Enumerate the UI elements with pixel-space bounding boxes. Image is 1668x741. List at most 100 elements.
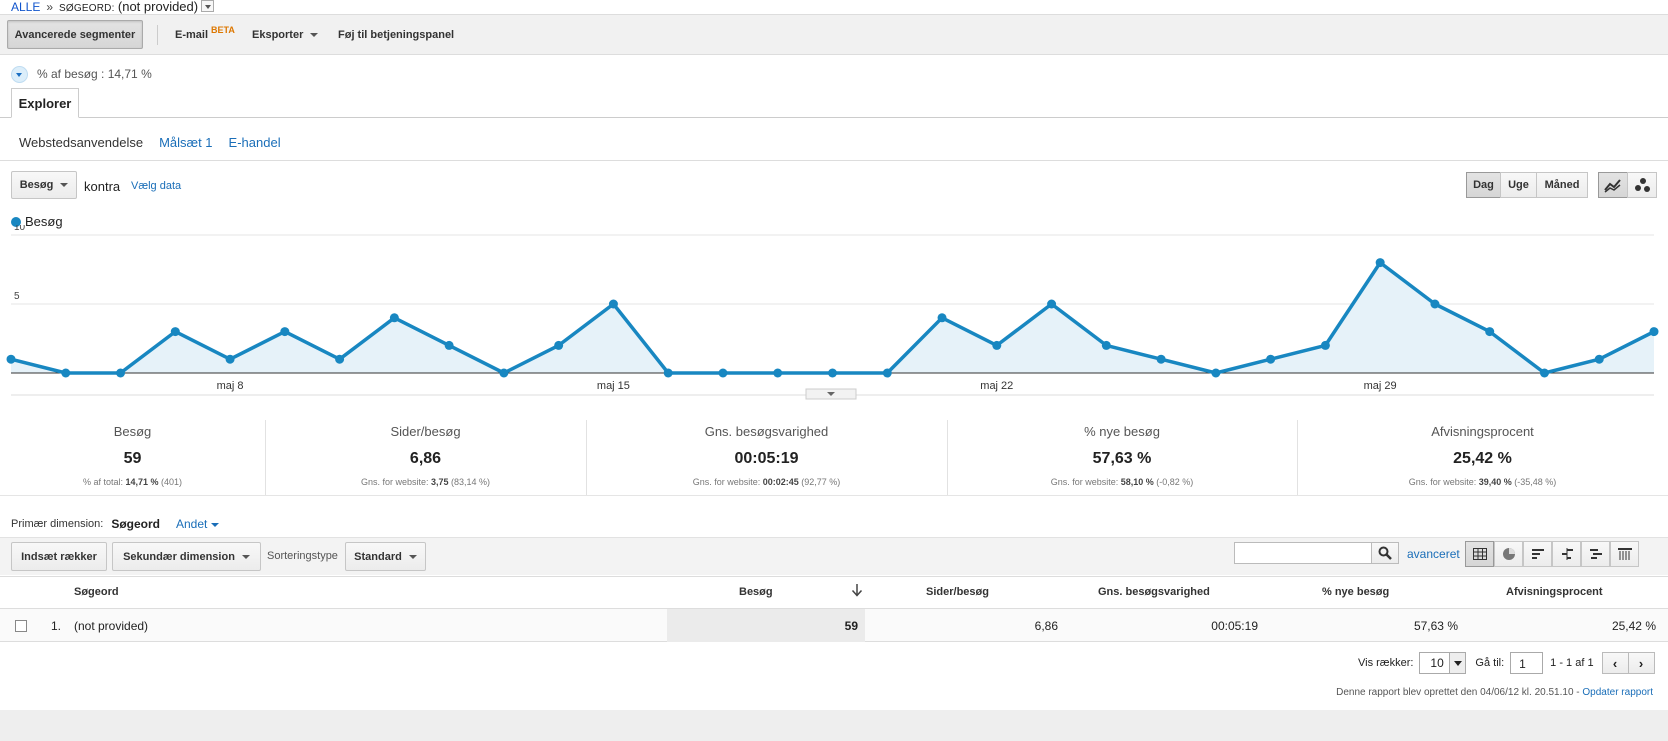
vs-label: kontra	[84, 179, 121, 194]
table-view-data-button[interactable]	[1465, 541, 1494, 567]
scorecard-subtitle: Gns. for website: 39,40 % (-35,48 %)	[1297, 477, 1668, 487]
header-pages-per-visit[interactable]: Sider/besøg	[926, 586, 989, 598]
secondary-dimension-button[interactable]: Sekundær dimension	[112, 542, 261, 571]
primary-dimension-other[interactable]: Andet	[176, 517, 220, 531]
refresh-report-link[interactable]: Opdater rapport	[1582, 687, 1653, 698]
report-footer: Denne rapport blev oprettet den 04/06/12…	[1336, 687, 1653, 698]
beta-badge: BETA	[211, 25, 235, 35]
bubble-chart-icon	[1635, 178, 1650, 192]
scorecard-sub-suffix: (-0,82 %)	[1153, 477, 1194, 487]
subtab-goal-set-1[interactable]: Målsæt 1	[159, 135, 212, 150]
data-point	[1594, 354, 1604, 364]
header-keyword[interactable]: Søgeord	[74, 586, 119, 598]
scorecard-sub-bold: 58,10 %	[1120, 477, 1154, 487]
breadcrumb-root-link[interactable]: ALLE	[11, 0, 40, 14]
row-keyword[interactable]: (not provided)	[74, 619, 148, 633]
header-new-visits[interactable]: % nye besøg	[1322, 586, 1389, 598]
add-to-dashboard-button[interactable]: Føj til betjeningspanel	[338, 29, 454, 41]
data-point	[773, 368, 783, 378]
primary-dimension-current[interactable]: Søgeord	[111, 517, 160, 531]
header-avg-duration[interactable]: Gns. besøgsvarighed	[1098, 586, 1210, 598]
sort-arrow-down-icon[interactable]	[851, 583, 863, 600]
search-icon	[1378, 546, 1392, 560]
rows-per-page-label: Vis rækker:	[1358, 657, 1414, 669]
table-view-performance-button[interactable]	[1523, 541, 1552, 567]
granularity-month-button[interactable]: Måned	[1536, 172, 1588, 198]
data-point	[1430, 299, 1440, 309]
visits-chart: 10 5 maj 8 maj 15 maj 22 maj 29	[6, 225, 1659, 400]
metric-select[interactable]: Besøg	[11, 171, 77, 199]
export-label: Eksporter	[252, 29, 304, 41]
scorecard-sub-bold: 14,71 %	[125, 477, 159, 487]
advanced-segments-label: Avancerede segmenter	[14, 28, 136, 41]
row-new-visits: 57,63 %	[1413, 619, 1458, 633]
data-point	[1320, 340, 1330, 350]
scorecard-visits[interactable]: Besøg 59 % af total: 14,71 % (401)	[0, 420, 265, 495]
rows-per-page-select[interactable]: 10	[1419, 652, 1467, 674]
data-point	[882, 368, 892, 378]
scorecard-sub-prefix: Gns. for website:	[360, 477, 431, 487]
y-tick-label: 5	[14, 291, 20, 302]
choose-data-link[interactable]: Vælg data	[131, 180, 181, 192]
breadcrumb-dropdown-button[interactable]	[201, 0, 215, 12]
insert-rows-button[interactable]: Indsæt rækker	[11, 542, 107, 571]
subtab-site-usage[interactable]: Webstedsanvendelse	[19, 135, 143, 150]
advanced-filter-link[interactable]: avanceret	[1407, 547, 1460, 561]
segment-pie-icon[interactable]	[11, 65, 28, 83]
data-point	[937, 313, 947, 323]
row-avg-duration: 00:05:19	[1211, 619, 1258, 633]
breadcrumb: ALLE » SØGEORD: (not provided)	[11, 0, 215, 14]
table-search-input[interactable]	[1234, 542, 1372, 564]
table-view-term-cloud-button[interactable]	[1581, 541, 1610, 567]
y-tick-label: 10	[14, 225, 26, 233]
scorecard-new-visits[interactable]: % nye besøg 57,63 % Gns. for website: 58…	[947, 420, 1297, 495]
next-page-button[interactable]: ›	[1627, 652, 1655, 674]
scorecard-subtitle: Gns. for website: 00:02:45 (92,77 %)	[586, 477, 947, 487]
line-chart-view-button[interactable]	[1598, 172, 1628, 198]
table-header: Søgeord Besøg Sider/besøg Gns. besøgsvar…	[0, 576, 1668, 608]
rows-per-page-value: 10	[1430, 656, 1444, 670]
data-point	[444, 340, 454, 350]
chevron-down-icon	[310, 33, 319, 38]
goto-page-input[interactable]: 1	[1510, 652, 1544, 674]
row-checkbox[interactable]	[15, 620, 27, 632]
tab-explorer[interactable]: Explorer	[11, 88, 79, 118]
advanced-segments-button[interactable]: Avancerede segmenter	[7, 20, 143, 49]
report-created-note: Denne rapport blev oprettet den 04/06/12…	[1336, 687, 1583, 698]
granularity-week-button[interactable]: Uge	[1500, 172, 1537, 198]
pie-chart-icon	[1502, 548, 1515, 560]
export-button[interactable]: Eksporter	[252, 29, 319, 41]
scorecard-title: Besøg	[113, 424, 152, 439]
subtab-ecommerce[interactable]: E-handel	[229, 135, 281, 150]
table-view-pie-button[interactable]	[1494, 541, 1523, 567]
data-point	[1375, 258, 1385, 268]
granularity-day-button[interactable]: Dag	[1466, 172, 1501, 198]
table-view-pivot-button[interactable]	[1610, 541, 1639, 567]
sorted-column-highlight	[667, 609, 865, 642]
sort-type-select[interactable]: Standard	[345, 542, 426, 571]
scorecard-bounce-rate[interactable]: Afvisningsprocent 25,42 % Gns. for websi…	[1297, 420, 1668, 495]
header-bounce-rate[interactable]: Afvisningsprocent	[1506, 586, 1603, 598]
secondary-dimension-label: Sekundær dimension	[123, 550, 235, 563]
scorecard-sub-suffix: (92,77 %)	[798, 477, 841, 487]
table-view-comparison-button[interactable]	[1552, 541, 1581, 567]
search-button[interactable]	[1371, 542, 1399, 564]
chevron-down-icon	[241, 554, 250, 559]
motion-chart-view-button[interactable]	[1627, 172, 1657, 198]
scorecard-avg-duration[interactable]: Gns. besøgsvarighed 00:05:19 Gns. for we…	[586, 420, 947, 495]
comparison-icon	[1561, 548, 1573, 560]
x-tick-label: maj 15	[597, 380, 630, 392]
data-point	[1539, 368, 1549, 378]
chevron-left-icon: ‹	[1612, 655, 1618, 671]
scorecard-title: Afvisningsprocent	[1431, 424, 1534, 439]
chevron-down-icon	[1454, 661, 1463, 666]
data-point	[280, 327, 290, 337]
scorecard-sub-bold: 00:02:45	[762, 477, 799, 487]
scorecard-subtitle: Gns. for website: 3,75 (83,14 %)	[265, 477, 586, 487]
email-button[interactable]: E-mail BETA	[175, 25, 235, 41]
data-point	[608, 299, 618, 309]
prev-page-button[interactable]: ‹	[1601, 652, 1629, 674]
header-visits[interactable]: Besøg	[739, 586, 773, 598]
scorecard-pages-per-visit[interactable]: Sider/besøg 6,86 Gns. for website: 3,75 …	[265, 420, 586, 495]
primary-dimension-label: Primær dimension:	[11, 518, 104, 530]
